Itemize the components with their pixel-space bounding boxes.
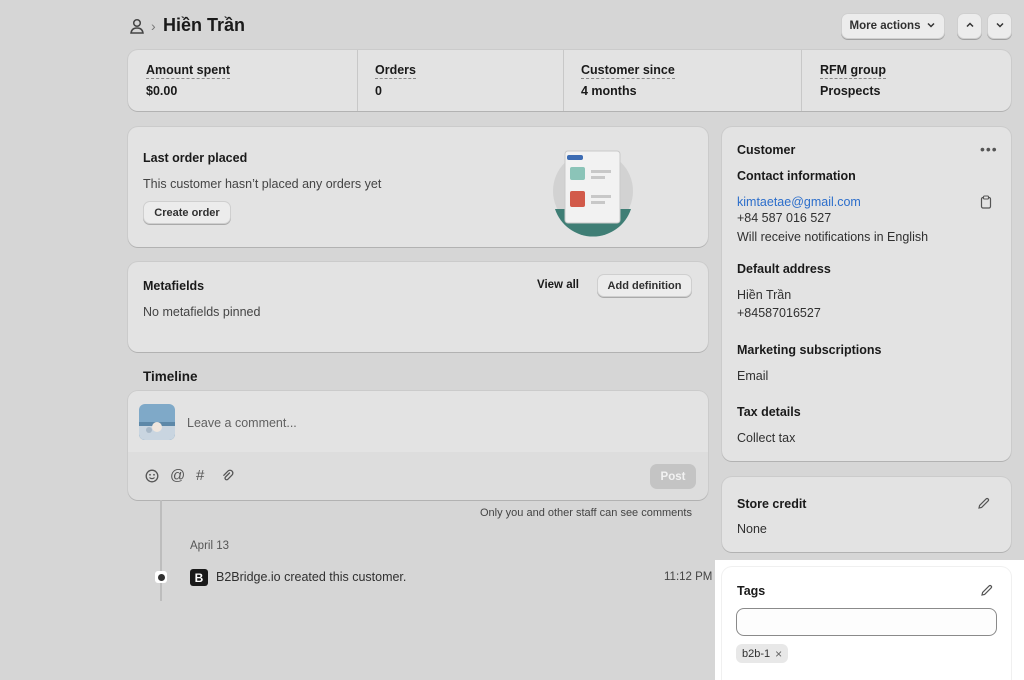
chevron-down-icon — [926, 20, 936, 33]
tags-input[interactable] — [736, 608, 997, 636]
customer-email-link[interactable]: kimtaetae@gmail.com — [737, 195, 861, 209]
last-order-card: Last order placed This customer hasn’t p… — [128, 127, 708, 247]
timeline-event-time: 11:12 PM — [664, 571, 713, 583]
address-name: Hiền Trần — [737, 288, 792, 302]
tags-card: Tags b2b-1 × — [722, 567, 1011, 680]
page-title: Hiền Trần — [163, 15, 246, 35]
customer-card: Customer ••• Contact information kimtaet… — [722, 127, 1011, 461]
add-definition-button[interactable]: Add definition — [597, 274, 692, 297]
post-label: Post — [660, 470, 686, 483]
customer-icon[interactable] — [128, 17, 146, 35]
tags-title: Tags — [737, 584, 766, 598]
edit-tags-icon[interactable] — [980, 584, 993, 600]
breadcrumb-chevron-icon: › — [151, 18, 156, 34]
more-actions-label: More actions — [849, 20, 921, 32]
customer-title: Customer — [737, 143, 796, 157]
tag-label: b2b-1 — [742, 647, 771, 660]
stat-value: 0 — [375, 84, 382, 98]
store-credit-card: Store credit None — [722, 477, 1011, 552]
stat-label: Orders — [375, 63, 416, 79]
chevron-down-icon — [995, 20, 1005, 33]
metafields-title: Metafields — [143, 279, 205, 293]
stat-label: Customer since — [581, 63, 675, 79]
emoji-icon[interactable] — [145, 469, 159, 486]
stat-divider — [357, 50, 358, 111]
mention-icon[interactable]: @ — [170, 467, 185, 484]
stat-value: Prospects — [820, 84, 881, 98]
marketing-value: Email — [737, 369, 769, 383]
create-order-button[interactable]: Create order — [143, 201, 231, 224]
post-button[interactable]: Post — [650, 464, 696, 489]
staff-note: Only you and other staff can see comment… — [480, 507, 692, 519]
stat-label: Amount spent — [146, 63, 231, 79]
stat-value: $0.00 — [146, 84, 178, 98]
orders-illustration — [546, 145, 636, 240]
next-customer-button[interactable] — [987, 13, 1012, 39]
copy-icon[interactable] — [980, 195, 992, 212]
edit-store-credit-icon[interactable] — [977, 497, 990, 513]
tag-chip: b2b-1 × — [736, 644, 789, 663]
contact-heading: Contact information — [737, 169, 856, 183]
stat-customer-since[interactable]: Customer since 4 months — [581, 63, 675, 98]
customer-phone: +84 587 016 527 — [737, 211, 832, 225]
timeline-date: April 13 — [190, 540, 229, 552]
metafields-card: Metafields View all Add definition No me… — [128, 262, 708, 352]
store-credit-value: None — [737, 522, 767, 536]
comment-box: Leave a comment... @ # Post — [128, 391, 708, 500]
timeline-event-text: B2Bridge.io created this customer. — [216, 570, 407, 584]
remove-tag-icon[interactable]: × — [775, 647, 782, 661]
last-order-message: This customer hasn’t placed any orders y… — [143, 177, 382, 191]
more-options-icon[interactable]: ••• — [980, 141, 998, 157]
avatar — [139, 404, 175, 440]
store-credit-title: Store credit — [737, 497, 807, 511]
add-definition-label: Add definition — [607, 279, 682, 292]
create-order-label: Create order — [154, 206, 220, 219]
customer-notifications: Will receive notifications in English — [737, 230, 929, 244]
timeline-dot — [155, 571, 167, 583]
marketing-heading: Marketing subscriptions — [737, 343, 882, 357]
stat-label: RFM group — [820, 63, 886, 79]
comment-input[interactable]: Leave a comment... — [187, 416, 687, 430]
stat-value: 4 months — [581, 84, 637, 98]
view-all-link[interactable]: View all — [537, 279, 579, 291]
attachment-icon[interactable] — [221, 469, 235, 486]
hashtag-icon[interactable]: # — [196, 467, 204, 484]
stat-amount-spent[interactable]: Amount spent $0.00 — [146, 63, 231, 98]
metafields-empty-message: No metafields pinned — [143, 305, 261, 319]
previous-customer-button[interactable] — [957, 13, 982, 39]
stats-bar: Amount spent $0.00 Orders 0 Customer sin… — [128, 50, 1011, 111]
stat-divider — [801, 50, 802, 111]
last-order-title: Last order placed — [143, 151, 248, 165]
address-phone: +84587016527 — [737, 306, 821, 320]
more-actions-button[interactable]: More actions — [841, 13, 945, 39]
stat-orders[interactable]: Orders 0 — [375, 63, 416, 98]
tax-heading: Tax details — [737, 405, 801, 419]
address-heading: Default address — [737, 262, 831, 276]
b2bridge-logo-icon: B — [190, 569, 208, 586]
stat-rfm-group[interactable]: RFM group Prospects — [820, 63, 886, 98]
timeline-line — [160, 500, 162, 601]
chevron-up-icon — [965, 20, 975, 33]
stat-divider — [563, 50, 564, 111]
tax-value: Collect tax — [737, 431, 796, 445]
timeline-title: Timeline — [143, 369, 198, 384]
